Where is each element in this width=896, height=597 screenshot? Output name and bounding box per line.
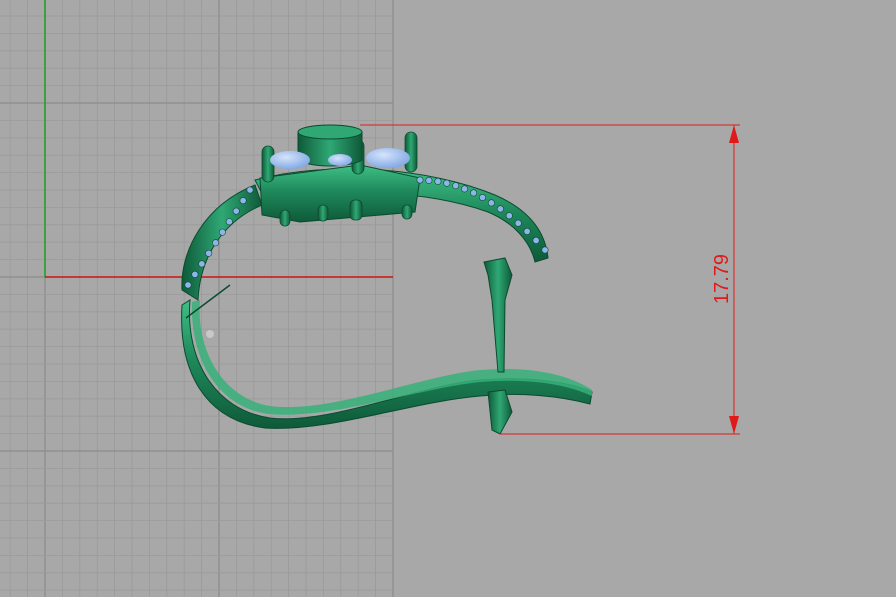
- perspective-viewport[interactable]: 17.79: [0, 0, 896, 597]
- prong: [349, 199, 363, 221]
- pave-stone: [523, 227, 531, 235]
- pave-stone: [505, 212, 513, 220]
- gemstone: [366, 148, 410, 168]
- pave-stone: [514, 219, 522, 227]
- pave-stone: [425, 176, 433, 184]
- pave-stone: [541, 246, 549, 254]
- pave-stone: [434, 177, 442, 185]
- pave-stone: [478, 194, 486, 202]
- pave-stone: [487, 199, 495, 207]
- prong: [279, 209, 291, 227]
- pave-stone: [532, 236, 540, 244]
- pave-stone: [496, 205, 504, 213]
- gemstone: [328, 154, 352, 166]
- pave-stone: [452, 182, 460, 190]
- pave-stone: [191, 270, 199, 278]
- pave-stone: [232, 207, 240, 215]
- pave-stone: [212, 239, 220, 247]
- viewport-background: [0, 0, 896, 597]
- hinge-pin: [206, 330, 214, 338]
- pave-stone: [198, 260, 206, 268]
- pave-stone: [470, 189, 478, 197]
- pave-stone: [184, 281, 192, 289]
- viewport-canvas[interactable]: 17.79: [0, 0, 896, 597]
- dimension-value: 17.79: [711, 254, 733, 304]
- gemstone: [270, 151, 310, 169]
- pave-stone: [443, 179, 451, 187]
- prong: [401, 204, 413, 220]
- prong: [317, 204, 329, 222]
- pave-stone: [205, 249, 213, 257]
- pave-stone: [246, 186, 254, 194]
- pave-stone: [225, 218, 233, 226]
- pave-stone: [416, 176, 424, 184]
- pave-stone: [218, 228, 226, 236]
- pave-stone: [461, 185, 469, 193]
- prong: [404, 131, 418, 173]
- pave-stone: [239, 197, 247, 205]
